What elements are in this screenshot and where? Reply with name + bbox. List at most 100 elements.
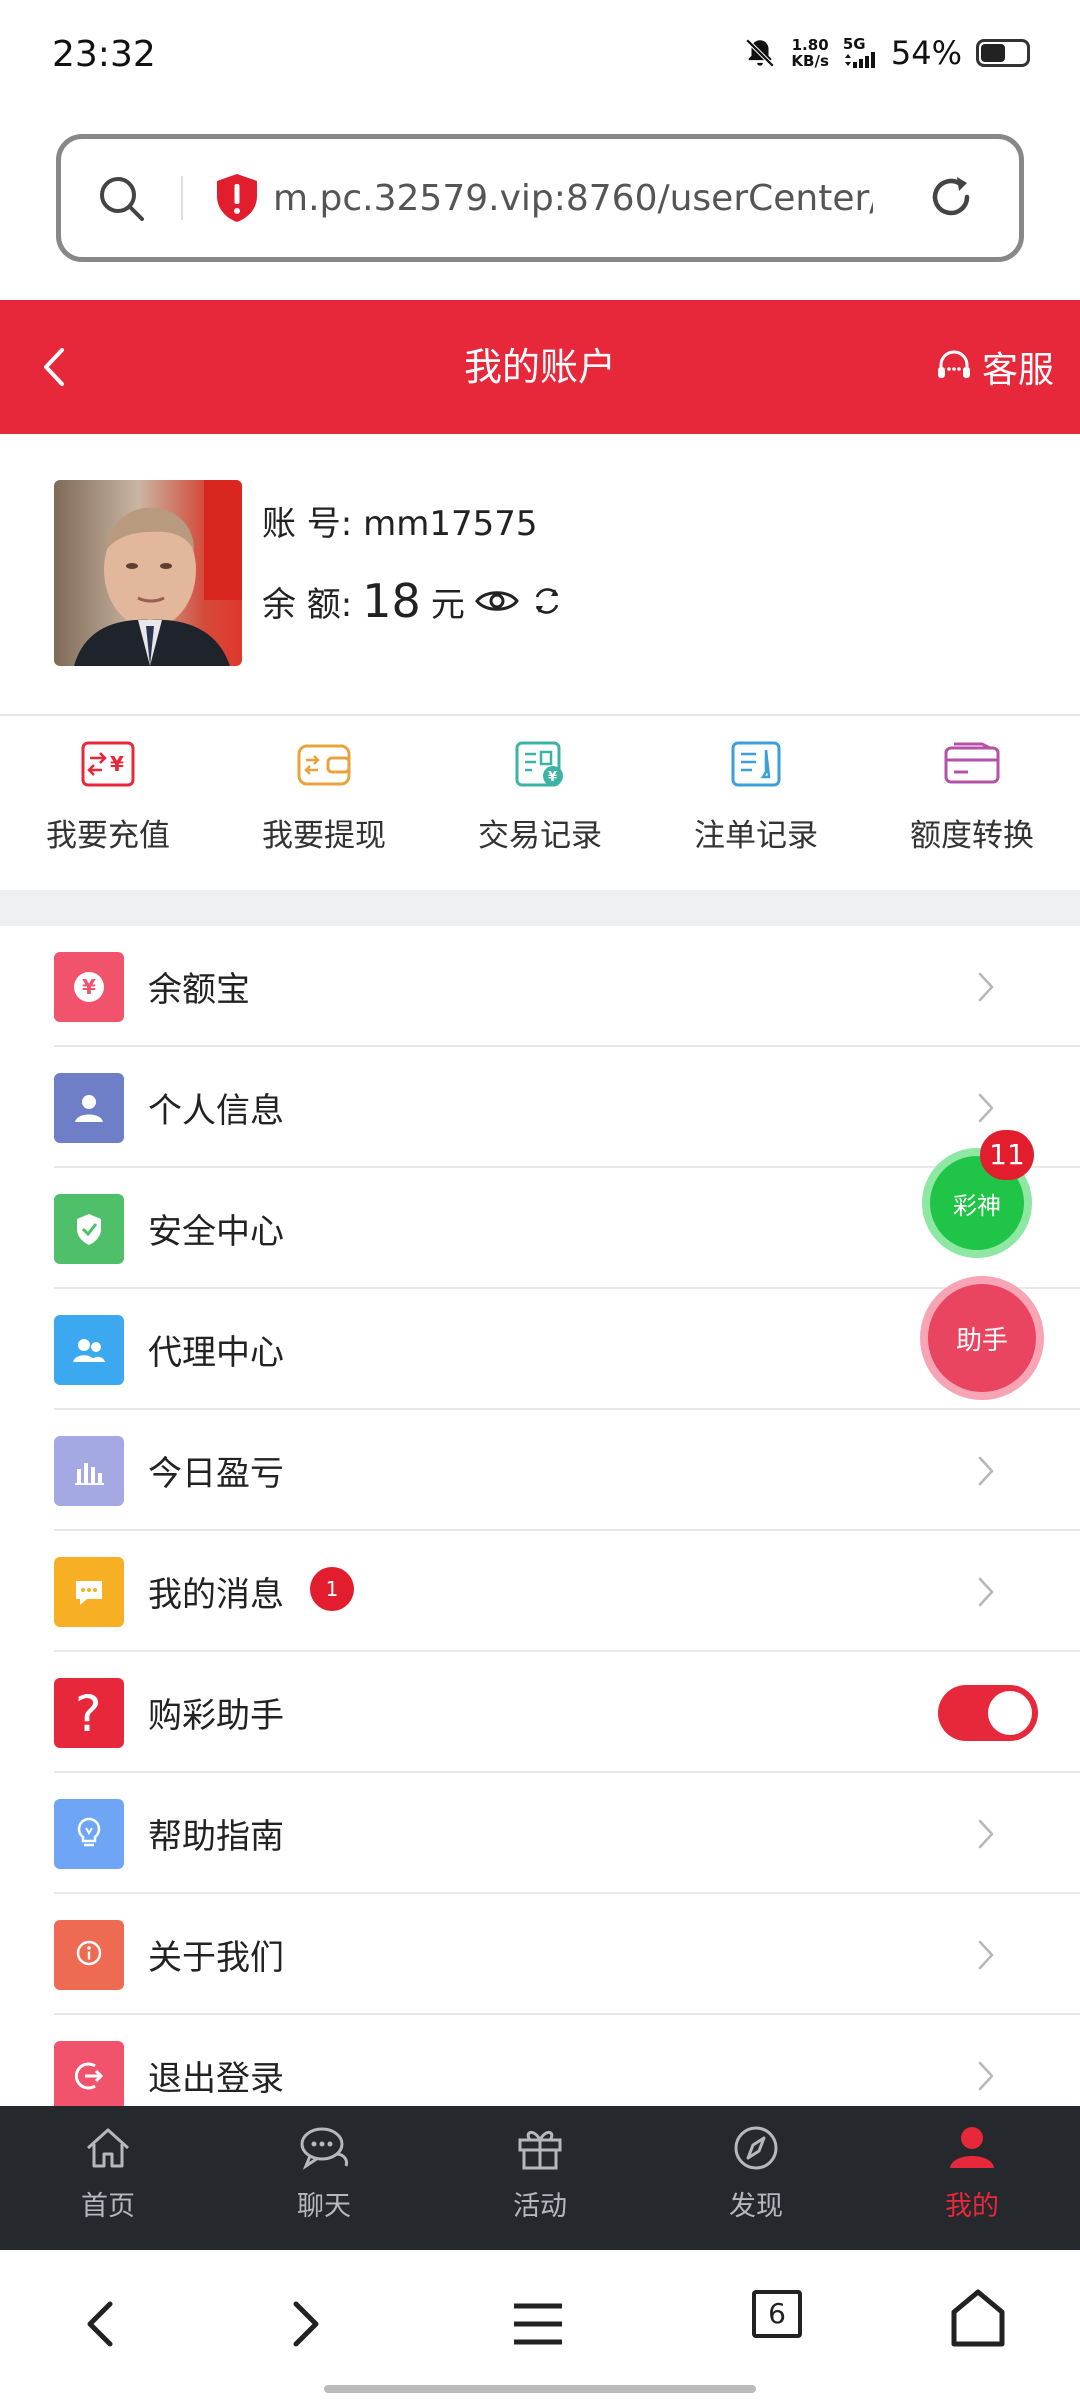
tab-label: 我的 — [945, 2191, 999, 2222]
tab-label: 活动 — [513, 2191, 567, 2222]
signal-icon: 5G — [843, 36, 877, 71]
menu-item-label: 购彩助手 — [148, 1696, 284, 1736]
lottery-float-badge: 11 — [980, 1130, 1034, 1180]
message-icon — [54, 1556, 124, 1627]
question-icon: ? — [54, 1677, 124, 1748]
quick-action-label: 额度转换 — [910, 818, 1034, 854]
chevron-right-icon — [978, 1456, 994, 1485]
net-speed-value: 1.80 — [791, 36, 829, 54]
svg-text:?: ? — [75, 1685, 102, 1741]
tab-home[interactable]: 首页 — [0, 2106, 216, 2250]
account-label: 账 号: — [262, 504, 353, 544]
compass-icon — [734, 2126, 778, 2170]
quick-action-recharge[interactable]: ¥ 我要充值 — [0, 716, 216, 890]
shield-icon — [54, 1193, 124, 1264]
network-type: 5G — [842, 34, 866, 53]
recharge-icon: ¥ — [81, 741, 135, 787]
toggle-knob — [988, 1690, 1032, 1735]
balance-line: 余 额: 18 元 — [262, 574, 565, 628]
page-header: 我的账户 客服 — [0, 300, 1080, 434]
customer-service-button[interactable]: 客服 — [934, 300, 1054, 434]
quick-action-label: 注单记录 — [694, 818, 818, 854]
menu-item-label: 个人信息 — [148, 1091, 284, 1131]
helper-float-label: 助手 — [955, 1325, 1008, 1356]
lottery-helper-toggle[interactable] — [938, 1684, 1038, 1741]
search-icon[interactable] — [61, 172, 181, 224]
chevron-right-icon — [978, 1819, 994, 1848]
headset-icon — [937, 350, 970, 378]
users-icon — [54, 1314, 124, 1385]
section-divider — [0, 890, 1080, 926]
menu-item-security[interactable]: 安全中心 — [0, 1168, 1080, 1289]
tabs-count-button[interactable]: 6 — [752, 2290, 802, 2338]
tab-activity[interactable]: 活动 — [432, 2106, 648, 2250]
tab-label: 首页 — [81, 2191, 135, 2222]
helper-float-button[interactable]: 助手 — [920, 1276, 1044, 1400]
quick-action-withdraw[interactable]: 我要提现 — [216, 716, 432, 890]
withdraw-icon — [297, 744, 351, 786]
battery-icon — [976, 39, 1030, 67]
customer-service-label: 客服 — [981, 350, 1054, 391]
menu-item-profit[interactable]: 今日盈亏 — [0, 1410, 1080, 1531]
address-bar[interactable]: m.pc.32579.vip:8760/userCenter/use — [56, 134, 1024, 262]
menu-item-lottery-helper[interactable]: ? 购彩助手 — [0, 1652, 1080, 1773]
page-title: 我的账户 — [463, 345, 616, 389]
menu-item-personal-info[interactable]: 个人信息 — [0, 1047, 1080, 1168]
menu-item-label: 我的消息 — [148, 1575, 284, 1615]
eye-icon[interactable] — [474, 586, 519, 616]
info-icon — [54, 1919, 124, 1990]
quick-action-transactions[interactable]: ¥ 交易记录 — [432, 716, 648, 890]
battery-percent: 54% — [890, 34, 962, 72]
menu-item-agent[interactable]: 代理中心 — [0, 1289, 1080, 1410]
divider — [181, 176, 183, 220]
menu-item-label: 安全中心 — [148, 1212, 284, 1252]
tab-mine[interactable]: 我的 — [864, 2106, 1080, 2250]
quick-action-label: 交易记录 — [478, 818, 602, 854]
status-bar: 23:32 1.80 KB/s 5G 54% — [0, 0, 1080, 110]
security-warning-icon[interactable] — [213, 172, 261, 224]
menu-item-messages[interactable]: 我的消息 1 — [0, 1531, 1080, 1652]
avatar[interactable] — [54, 480, 242, 666]
chevron-right-icon — [978, 972, 994, 1001]
profile-icon — [950, 2127, 994, 2168]
menu-item-help[interactable]: 帮助指南 — [0, 1773, 1080, 1894]
logout-icon — [54, 2040, 124, 2111]
bet-record-icon — [731, 741, 781, 787]
menu-item-about[interactable]: 关于我们 — [0, 1894, 1080, 2015]
tab-chat[interactable]: 聊天 — [216, 2106, 432, 2250]
chevron-right-icon — [978, 1093, 994, 1122]
account-line: 账 号: mm17575 — [262, 496, 537, 545]
transfer-icon — [944, 742, 1000, 784]
balance-unit: 元 — [430, 584, 465, 625]
menu-item-label: 关于我们 — [148, 1938, 284, 1978]
menu-item-label: 退出登录 — [148, 2059, 284, 2099]
account-value: mm17575 — [363, 504, 538, 544]
menu-item-yuebao[interactable]: ¥ 余额宝 — [0, 926, 1080, 1047]
quick-action-transfer[interactable]: 额度转换 — [864, 716, 1080, 890]
svg-text:¥: ¥ — [110, 752, 124, 776]
reload-icon[interactable] — [923, 169, 979, 225]
refresh-icon[interactable] — [529, 583, 565, 619]
chevron-right-icon — [978, 1577, 994, 1606]
chevron-right-icon — [978, 2061, 994, 2090]
browser-home-icon[interactable] — [950, 2288, 1006, 2348]
menu-item-label: 代理中心 — [148, 1333, 284, 1373]
tab-label: 发现 — [729, 2191, 783, 2222]
tab-label: 聊天 — [297, 2191, 351, 2222]
quick-action-bets[interactable]: 注单记录 — [648, 716, 864, 890]
home-indicator[interactable] — [324, 2385, 756, 2393]
menu-icon[interactable] — [510, 2296, 566, 2352]
net-speed: 1.80 KB/s — [791, 37, 828, 69]
profile-card: 账 号: mm17575 余 额: 18 元 — [0, 434, 1080, 714]
bar-chart-icon — [54, 1435, 124, 1506]
browser-back-icon[interactable] — [80, 2296, 120, 2352]
svg-text:¥: ¥ — [82, 975, 96, 999]
transaction-record-icon: ¥ — [515, 741, 563, 787]
browser-forward-icon[interactable] — [286, 2296, 326, 2352]
svg-text:¥: ¥ — [548, 770, 557, 785]
url-text[interactable]: m.pc.32579.vip:8760/userCenter/use — [273, 178, 873, 219]
person-icon — [54, 1072, 124, 1143]
tab-discover[interactable]: 发现 — [648, 2106, 864, 2250]
system-nav-bar: 6 — [0, 2250, 1080, 2400]
home-icon — [86, 2128, 130, 2168]
